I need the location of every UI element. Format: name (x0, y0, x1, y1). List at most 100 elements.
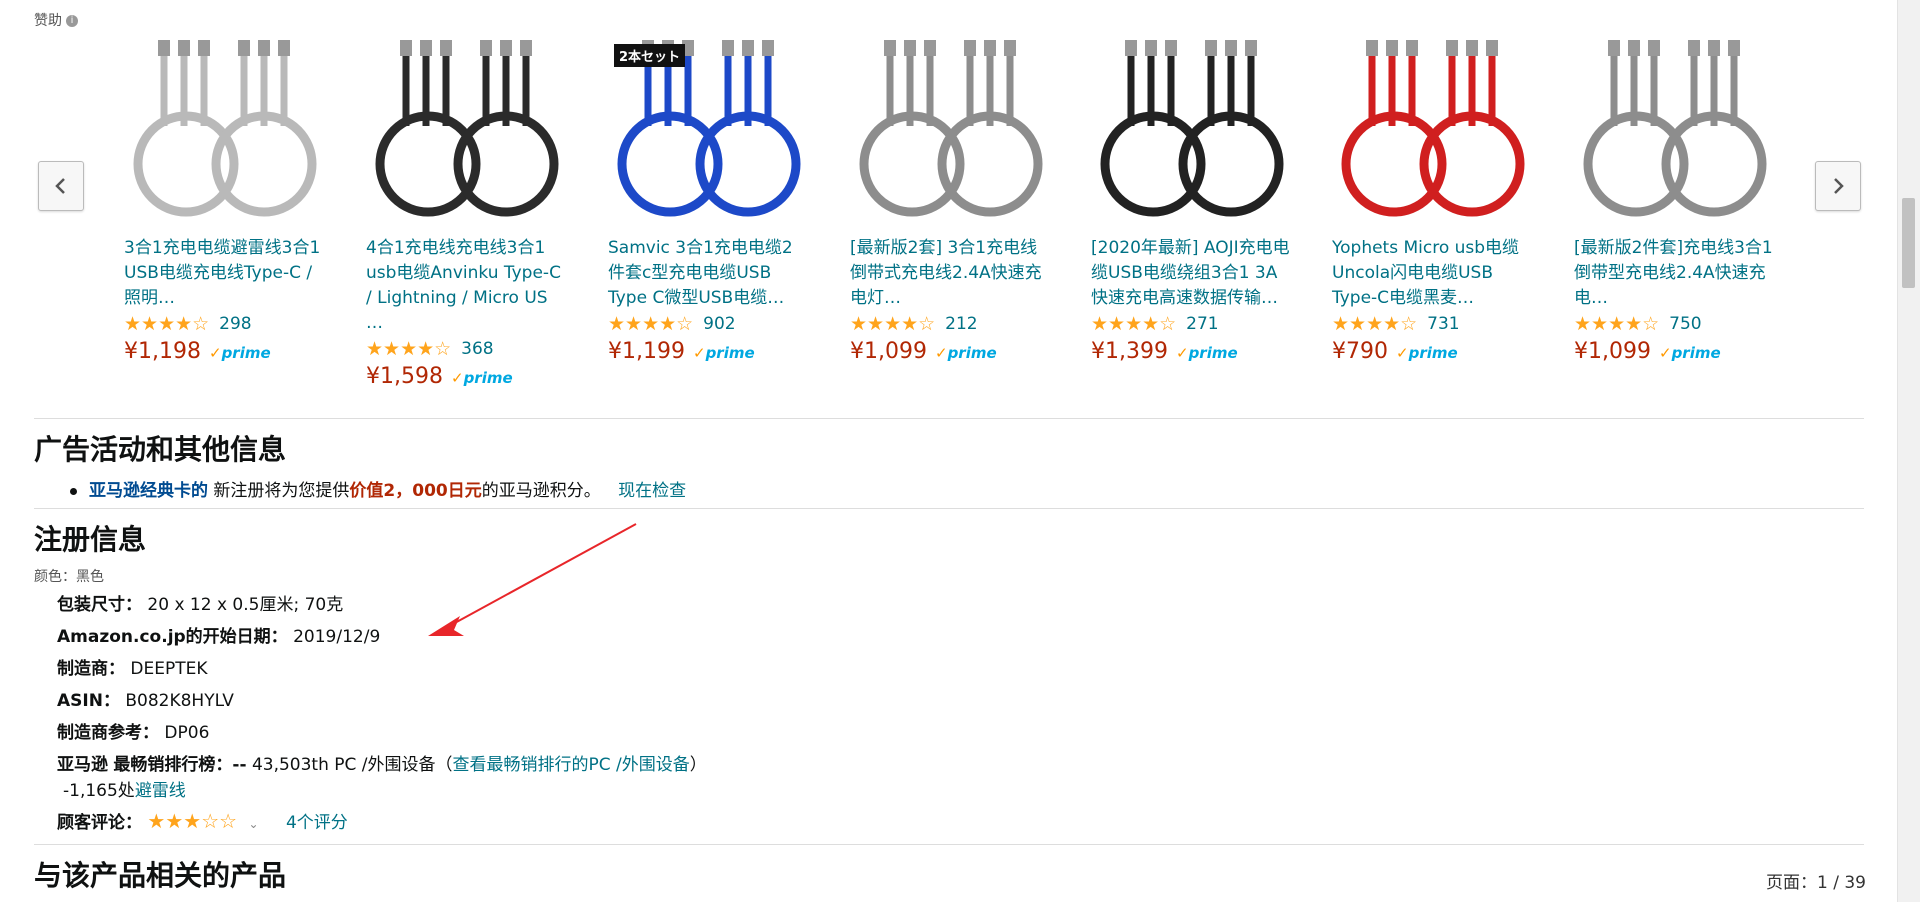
registration-heading: 注册信息 (34, 523, 147, 556)
star-rating[interactable]: ★★★★☆ (608, 313, 693, 335)
rank-category-link[interactable]: 查看最畅销排行的PC /外围设备 (453, 755, 690, 775)
prime-icon: ✓prime (934, 344, 997, 362)
product-card[interactable]: 2本セット Samvic 3合1充电电缆2件套c型充电电缆USB Type C微型… (608, 36, 808, 364)
product-image[interactable] (1574, 36, 1774, 236)
product-card[interactable]: [最新版2件套]充电线3合1倒带型充电线2.4A快速充电… ★★★★☆ 750 ¥1,… (1574, 36, 1774, 364)
product-image[interactable] (366, 36, 566, 236)
product-price-row: ¥1,399 ✓prime (1091, 339, 1291, 364)
divider (34, 508, 1864, 509)
product-price: ¥1,198 (124, 339, 201, 364)
product-image[interactable] (124, 36, 324, 236)
star-rating[interactable]: ★★★★☆ (1091, 313, 1176, 335)
rating-count-link[interactable]: 750 (1669, 314, 1701, 334)
page-indicator: 页面：1 / 39 (1766, 873, 1866, 893)
star-rating[interactable]: ★★★★☆ (366, 338, 451, 360)
review-label: 顾客评论： (57, 813, 142, 833)
prime-icon: ✓prime (208, 344, 271, 362)
product-image[interactable] (1332, 36, 1532, 236)
manufacturer-ref-row: 制造商参考： DP06 (57, 718, 209, 743)
card-name-link[interactable]: 亚马逊经典卡的 (89, 481, 208, 501)
product-price: ¥1,199 (608, 339, 685, 364)
manufacturer-label: 制造商： (57, 659, 125, 679)
asin-label: ASIN： (57, 691, 120, 711)
chevron-left-icon (55, 178, 65, 194)
sponsored-text: 赞助 (34, 13, 62, 29)
promotion-item: 亚马逊经典卡的 新注册将为您提供价值2，000日元的亚马逊积分。 现在检查 (70, 476, 686, 501)
start-date-label: Amazon.co.jp的开始日期： (57, 627, 288, 647)
start-date-value: 2019/12/9 (293, 627, 381, 647)
package-size-value: 20 x 12 x 0.5厘米; 70克 (147, 595, 344, 615)
product-title-link[interactable]: Yophets Micro usb电缆 Uncola闪电电缆USB Type-C… (1332, 236, 1532, 311)
product-price-row: ¥1,198 ✓prime (124, 339, 324, 364)
package-size-row: 包装尺寸： 20 x 12 x 0.5厘米; 70克 (57, 590, 343, 615)
prime-icon: ✓prime (1396, 344, 1458, 362)
product-title-link[interactable]: [最新版2件套]充电线3合1倒带型充电线2.4A快速充电… (1574, 236, 1774, 311)
star-rating[interactable]: ★★★★☆ (850, 313, 935, 335)
manufacturer-row: 制造商： DEEPTEK (57, 654, 208, 679)
product-title-link[interactable]: 4合1充电线充电线3合1 usb电缆Anvinku Type-C / Light… (366, 236, 566, 336)
product-card[interactable]: 3合1充电电缆避雷线3合1 USB电缆充电线Type-C /照明… ★★★★☆ 29… (124, 36, 324, 364)
star-rating[interactable]: ★★★★☆ (1332, 313, 1417, 335)
info-icon[interactable]: i (66, 15, 78, 27)
sub-rank-row: -1,165处避雷线 (63, 776, 186, 801)
product-rating: ★★★★☆ 750 (1574, 313, 1774, 335)
product-title-link[interactable]: [最新版2套] 3合1充电线 倒带式充电线2.4A快速充电灯… (850, 236, 1050, 311)
carousel-next-button[interactable] (1815, 161, 1861, 211)
promo-highlight: 价值2，000日元 (349, 481, 482, 501)
rank-close: ） (689, 755, 707, 775)
product-price-row: ¥1,598 ✓prime (366, 364, 566, 389)
related-products-heading: 与该产品相关的产品 (34, 859, 287, 892)
product-image[interactable] (850, 36, 1050, 236)
rating-count-link[interactable]: 368 (461, 339, 493, 359)
chevron-down-icon[interactable]: ⌄ (248, 817, 258, 831)
rank-value: 43,503th PC /外围设备（ (251, 755, 453, 775)
carousel-prev-button[interactable] (38, 161, 84, 211)
product-price-row: ¥1,099 ✓prime (1574, 339, 1774, 364)
rating-count-link[interactable]: 902 (703, 314, 735, 334)
promo-text-2: 的亚马逊积分。 (481, 481, 601, 501)
rating-count-link[interactable]: 298 (219, 314, 251, 334)
promotions-heading: 广告活动和其他信息 (34, 433, 287, 466)
chevron-right-icon (1834, 178, 1844, 194)
check-now-link[interactable]: 现在检查 (618, 481, 686, 501)
product-card[interactable]: [最新版2套] 3合1充电线 倒带式充电线2.4A快速充电灯… ★★★★☆ 212 ¥… (850, 36, 1050, 364)
bullet (70, 487, 77, 495)
product-price: ¥1,598 (366, 364, 443, 389)
divider (34, 418, 1864, 419)
customer-review-row: 顾客评论： ★★★☆☆ ⌄ 4个评分 (57, 808, 348, 833)
product-title-link[interactable]: 3合1充电电缆避雷线3合1 USB电缆充电线Type-C /照明… (124, 236, 324, 311)
start-date-row: Amazon.co.jp的开始日期： 2019/12/9 (57, 622, 380, 647)
product-card[interactable]: [2020年最新] AOJI充电电缆USB电缆绕组3合1 3A快速充电高速数据传… (1091, 36, 1291, 364)
product-image[interactable] (1091, 36, 1291, 236)
asin-value: B082K8HYLV (125, 691, 234, 711)
product-price: ¥790 (1332, 339, 1388, 364)
scrollbar-thumb[interactable] (1902, 198, 1915, 288)
prime-icon: ✓prime (692, 344, 755, 362)
product-rating: ★★★★☆ 368 (366, 338, 566, 360)
rating-count-link[interactable]: 271 (1186, 314, 1218, 334)
sub-rank-number: -1,165处 (63, 781, 135, 801)
manufacturer-value: DEEPTEK (130, 659, 208, 679)
product-card[interactable]: Yophets Micro usb电缆 Uncola闪电电缆USB Type-C… (1332, 36, 1532, 364)
review-count-link[interactable]: 4个评分 (286, 813, 348, 833)
star-rating[interactable]: ★★★★☆ (124, 313, 209, 335)
star-rating[interactable]: ★★★★☆ (1574, 313, 1659, 335)
manufacturer-ref-value: DP06 (164, 723, 210, 743)
product-title-link[interactable]: [2020年最新] AOJI充电电缆USB电缆绕组3合1 3A快速充电高速数据传… (1091, 236, 1291, 311)
product-title-link[interactable]: Samvic 3合1充电电缆2件套c型充电电缆USB Type C微型USB电缆… (608, 236, 808, 311)
divider (34, 844, 1864, 845)
product-price: ¥1,399 (1091, 339, 1168, 364)
product-price: ¥1,099 (850, 339, 927, 364)
sub-rank-link[interactable]: 避雷线 (135, 781, 186, 801)
asin-row: ASIN： B082K8HYLV (57, 686, 234, 711)
review-stars[interactable]: ★★★☆☆ (147, 809, 237, 833)
product-card[interactable]: 4合1充电线充电线3合1 usb电缆Anvinku Type-C / Light… (366, 36, 566, 389)
product-rating: ★★★★☆ 271 (1091, 313, 1291, 335)
product-rating: ★★★★☆ 212 (850, 313, 1050, 335)
rating-count-link[interactable]: 212 (945, 314, 977, 334)
product-rating: ★★★★☆ 731 (1332, 313, 1532, 335)
promo-text-1: 新注册将为您提供 (213, 481, 350, 501)
vertical-scrollbar[interactable] (1897, 0, 1920, 902)
product-price: ¥1,099 (1574, 339, 1651, 364)
rating-count-link[interactable]: 731 (1427, 314, 1459, 334)
